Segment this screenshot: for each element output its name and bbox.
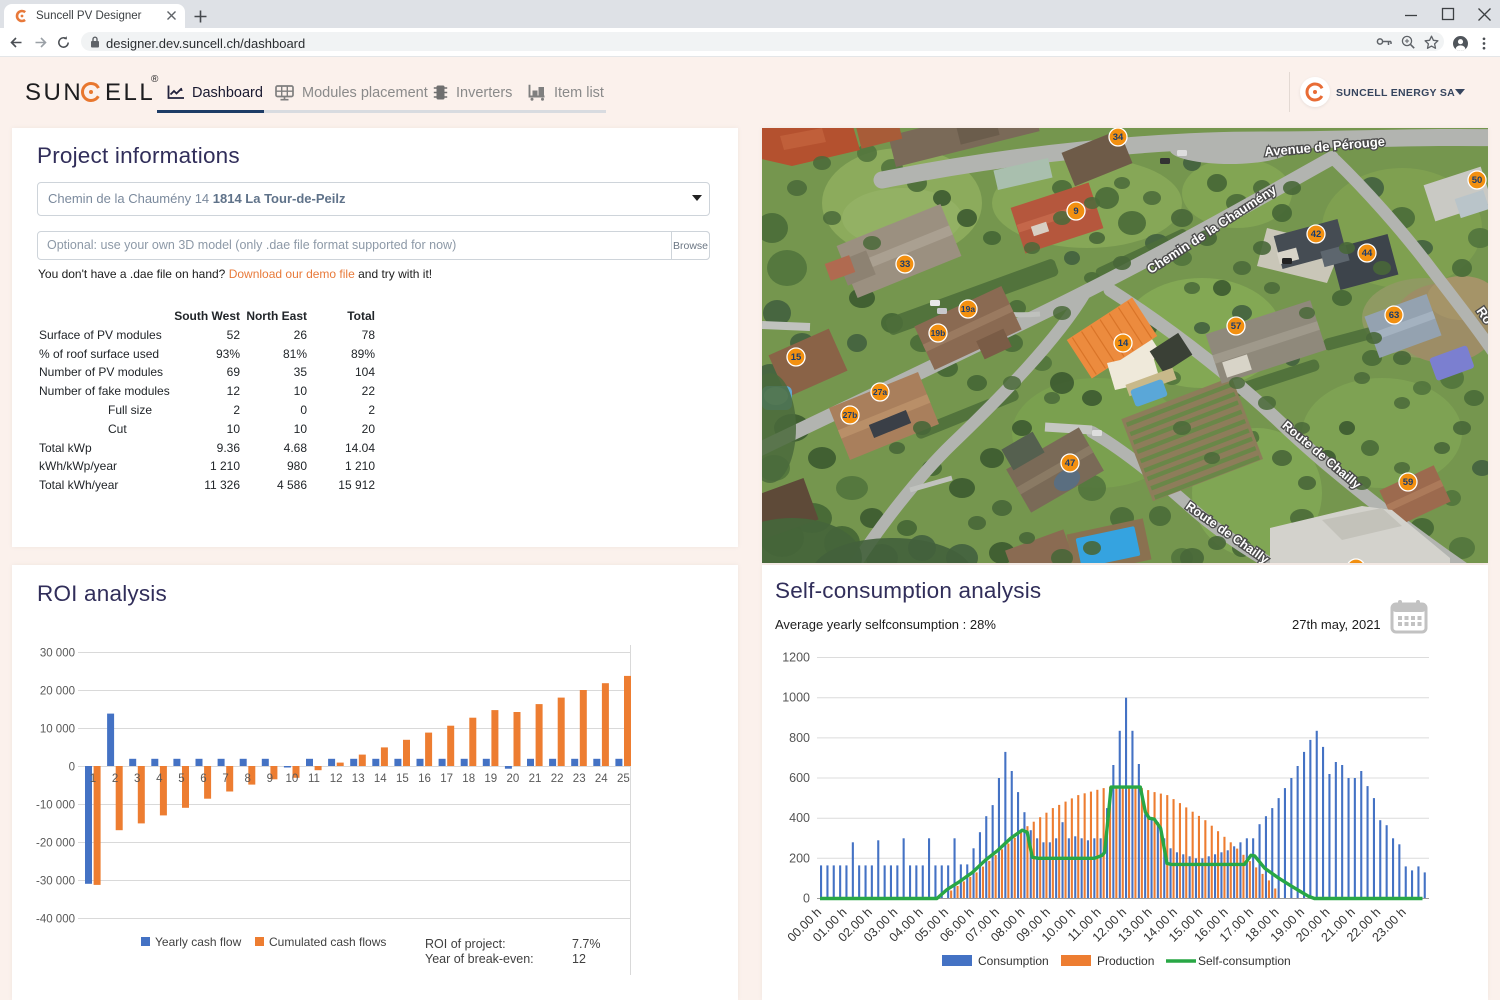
svg-text:1000: 1000: [782, 691, 810, 705]
svg-text:20: 20: [507, 773, 520, 785]
svg-text:8: 8: [244, 773, 250, 785]
svg-text:9: 9: [267, 773, 273, 785]
svg-text:15: 15: [396, 773, 409, 785]
svg-text:59: 59: [1403, 477, 1414, 488]
svg-text:Production: Production: [1097, 954, 1154, 968]
svg-text:23: 23: [573, 773, 586, 785]
svg-text:20 000: 20 000: [40, 686, 75, 698]
svg-text:11: 11: [308, 773, 320, 785]
svg-text:44: 44: [1362, 248, 1373, 259]
svg-text:800: 800: [789, 731, 810, 745]
svg-text:22: 22: [551, 773, 564, 785]
svg-text:18: 18: [462, 773, 475, 785]
svg-text:2: 2: [112, 773, 118, 785]
svg-text:13: 13: [352, 773, 365, 785]
svg-text:5: 5: [178, 773, 184, 785]
svg-text:12: 12: [572, 952, 586, 966]
svg-text:15: 15: [791, 352, 802, 363]
svg-text:Cumulated cash flows: Cumulated cash flows: [269, 935, 386, 949]
svg-text:50: 50: [1472, 175, 1483, 186]
svg-text:34: 34: [1113, 132, 1124, 143]
svg-text:600: 600: [789, 771, 810, 785]
svg-text:4: 4: [156, 773, 163, 785]
svg-text:10 000: 10 000: [40, 724, 75, 736]
svg-text:25: 25: [617, 773, 630, 785]
svg-text:14: 14: [374, 773, 387, 785]
svg-text:14: 14: [1118, 338, 1129, 349]
svg-text:19: 19: [484, 773, 497, 785]
svg-text:3: 3: [134, 773, 140, 785]
svg-text:7: 7: [222, 773, 228, 785]
svg-text:-20 000: -20 000: [36, 838, 75, 850]
svg-text:200: 200: [789, 851, 810, 865]
svg-text:7.7%: 7.7%: [572, 937, 601, 951]
svg-text:12: 12: [330, 773, 343, 785]
svg-text:ROI of project:: ROI of project:: [425, 937, 506, 951]
svg-text:10: 10: [286, 773, 299, 785]
svg-text:63: 63: [1389, 310, 1400, 321]
svg-text:0: 0: [803, 892, 810, 906]
svg-text:21: 21: [529, 773, 542, 785]
svg-text:9: 9: [1073, 206, 1078, 217]
svg-text:30 000: 30 000: [40, 648, 75, 660]
svg-text:-40 000: -40 000: [36, 914, 75, 926]
svg-text:19a: 19a: [961, 304, 975, 314]
svg-text:6: 6: [200, 773, 206, 785]
svg-text:400: 400: [789, 811, 810, 825]
svg-text:Year of break-even:: Year of break-even:: [425, 952, 534, 966]
svg-text:57: 57: [1231, 321, 1242, 332]
svg-text:Consumption: Consumption: [978, 954, 1049, 968]
svg-text:Self-consumption: Self-consumption: [1198, 954, 1291, 968]
svg-text:42: 42: [1311, 229, 1322, 240]
svg-text:-10 000: -10 000: [36, 800, 75, 812]
svg-text:27a: 27a: [873, 387, 887, 397]
svg-text:19b: 19b: [931, 328, 946, 338]
svg-text:1: 1: [90, 773, 96, 785]
svg-text:47: 47: [1065, 458, 1076, 469]
svg-text:-30 000: -30 000: [36, 876, 75, 888]
svg-text:16: 16: [418, 773, 431, 785]
svg-text:24: 24: [595, 773, 608, 785]
svg-text:1200: 1200: [782, 651, 810, 665]
svg-text:33: 33: [900, 259, 911, 270]
svg-text:Yearly cash flow: Yearly cash flow: [155, 935, 242, 949]
svg-text:0: 0: [69, 762, 75, 774]
svg-text:27b: 27b: [843, 410, 858, 420]
svg-text:17: 17: [440, 773, 453, 785]
